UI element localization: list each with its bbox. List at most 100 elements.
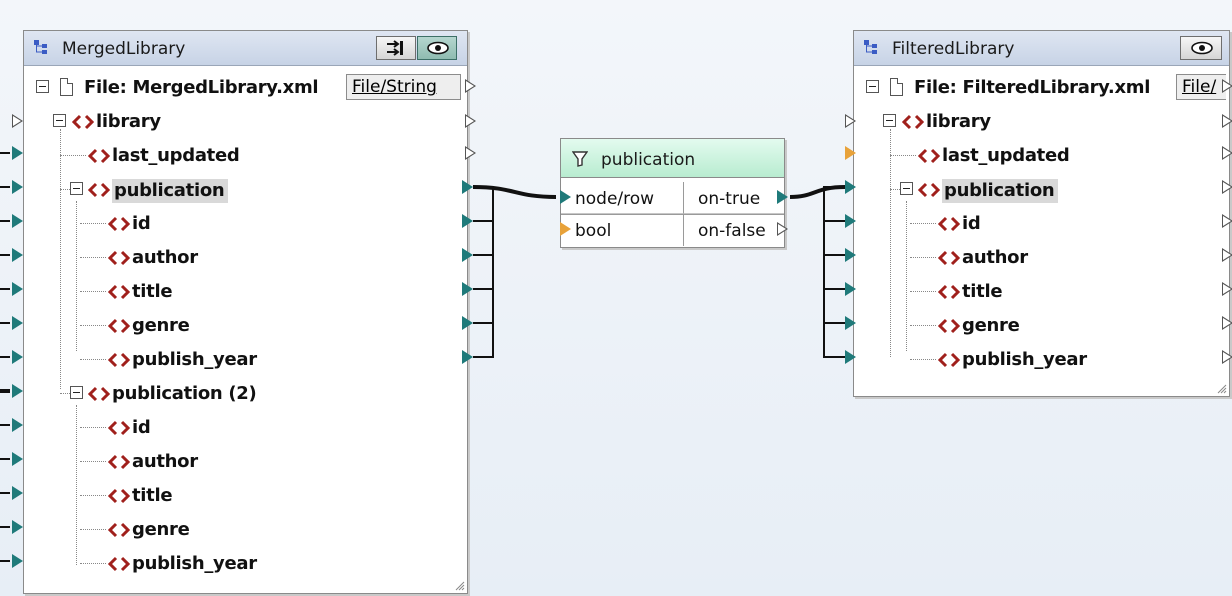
input-port[interactable] xyxy=(845,282,856,296)
input-port[interactable] xyxy=(845,350,856,364)
tree-item[interactable]: title xyxy=(854,275,1229,309)
filter-component[interactable]: publication node/row on-true bool on-fal… xyxy=(560,138,785,248)
preview-toggle-button[interactable] xyxy=(417,36,457,60)
output-port[interactable] xyxy=(465,114,476,128)
xml-element-icon xyxy=(938,216,960,232)
tree-item[interactable]: last_updated xyxy=(24,139,467,173)
collapse-toggle-icon[interactable] xyxy=(70,386,83,399)
output-port[interactable] xyxy=(1222,180,1232,194)
tree-guide-line xyxy=(76,405,77,565)
output-port[interactable] xyxy=(462,316,473,330)
input-port[interactable] xyxy=(12,418,23,432)
input-port[interactable] xyxy=(845,214,856,228)
tree-item[interactable]: genre xyxy=(24,309,467,343)
filter-input-port[interactable] xyxy=(560,222,571,236)
output-port[interactable] xyxy=(462,180,473,194)
file-icon xyxy=(890,78,903,96)
input-port[interactable] xyxy=(12,452,23,466)
output-port[interactable] xyxy=(465,79,476,93)
element-label: id xyxy=(962,213,981,234)
file-string-button[interactable]: File/String xyxy=(346,74,461,100)
output-port[interactable] xyxy=(1222,350,1232,364)
tree-item[interactable]: publication xyxy=(854,173,1229,207)
tree-item[interactable]: genre xyxy=(854,309,1229,343)
tree-item[interactable]: title xyxy=(24,275,467,309)
tree-item[interactable]: id xyxy=(854,207,1229,241)
filter-title-bar[interactable]: publication xyxy=(561,139,784,178)
xml-element-icon xyxy=(938,284,960,300)
input-port[interactable] xyxy=(12,316,23,330)
output-port[interactable] xyxy=(462,350,473,364)
input-port[interactable] xyxy=(845,180,856,194)
input-port[interactable] xyxy=(845,114,856,128)
library-row[interactable]: library xyxy=(24,105,467,139)
input-port[interactable] xyxy=(12,554,23,568)
filter-input-node-row[interactable]: node/row xyxy=(561,182,684,214)
tree-item[interactable]: last_updated xyxy=(854,139,1229,173)
element-label: title xyxy=(962,281,1003,302)
output-port[interactable] xyxy=(465,146,476,160)
tree-item[interactable]: author xyxy=(24,241,467,275)
file-string-button[interactable]: File/ xyxy=(1176,74,1226,100)
filter-input-bool[interactable]: bool xyxy=(561,214,684,246)
input-port[interactable] xyxy=(845,146,856,160)
filter-input-port[interactable] xyxy=(560,190,571,204)
output-port[interactable] xyxy=(462,282,473,296)
collapse-toggle-icon[interactable] xyxy=(36,80,49,93)
output-port[interactable] xyxy=(1222,248,1232,262)
collapse-toggle-icon[interactable] xyxy=(70,182,83,195)
input-port[interactable] xyxy=(12,384,23,398)
tree-item[interactable]: publication (2) xyxy=(24,377,467,411)
xml-element-icon xyxy=(108,488,130,504)
input-port[interactable] xyxy=(845,316,856,330)
resize-grip-icon[interactable] xyxy=(1217,384,1227,394)
tree-item[interactable]: publication xyxy=(24,173,467,207)
collapse-toggle-icon[interactable] xyxy=(866,80,879,93)
input-port[interactable] xyxy=(12,214,23,228)
input-port[interactable] xyxy=(845,248,856,262)
input-port[interactable] xyxy=(12,114,23,128)
filter-output-on-false[interactable]: on-false xyxy=(684,214,784,246)
tree-item[interactable]: publish_year xyxy=(24,547,467,581)
merged-library-component[interactable]: MergedLibrary File: MergedLibrary.xml Fi… xyxy=(23,30,468,594)
tree-item[interactable]: title xyxy=(24,479,467,513)
tree-item[interactable]: author xyxy=(854,241,1229,275)
xml-element-icon xyxy=(918,182,940,198)
collapse-toggle-icon[interactable] xyxy=(53,114,66,127)
output-port[interactable] xyxy=(1222,146,1232,160)
tree-item[interactable]: id xyxy=(24,207,467,241)
input-port[interactable] xyxy=(12,486,23,500)
component-title-bar[interactable]: MergedLibrary xyxy=(24,31,467,66)
output-port[interactable] xyxy=(462,214,473,228)
tree-item[interactable]: id xyxy=(24,411,467,445)
filter-output-port[interactable] xyxy=(777,222,788,236)
tree-item[interactable]: publish_year xyxy=(24,343,467,377)
input-port[interactable] xyxy=(12,248,23,262)
input-port[interactable] xyxy=(12,520,23,534)
resize-grip-icon[interactable] xyxy=(455,581,465,591)
output-port[interactable] xyxy=(462,248,473,262)
component-title-bar[interactable]: FilteredLibrary xyxy=(854,31,1229,66)
output-port[interactable] xyxy=(1222,282,1232,296)
tree-item[interactable]: publish_year xyxy=(854,343,1229,377)
filtered-library-component[interactable]: FilteredLibrary File: FilteredLibrary.xm… xyxy=(853,30,1230,397)
output-port[interactable] xyxy=(1222,316,1232,330)
filter-output-on-true[interactable]: on-true xyxy=(684,182,784,214)
collapse-toggle-icon[interactable] xyxy=(883,114,896,127)
output-port[interactable] xyxy=(1222,79,1232,93)
xml-element-icon xyxy=(108,250,130,266)
filter-output-port[interactable] xyxy=(777,190,788,204)
output-port[interactable] xyxy=(1222,214,1232,228)
tree-item[interactable]: genre xyxy=(24,513,467,547)
input-port[interactable] xyxy=(12,282,23,296)
input-port[interactable] xyxy=(12,350,23,364)
file-label: File: FilteredLibrary.xml xyxy=(914,77,1151,98)
collapse-toggle-icon[interactable] xyxy=(900,182,913,195)
input-port[interactable] xyxy=(12,146,23,160)
output-port[interactable] xyxy=(1222,114,1232,128)
input-port[interactable] xyxy=(12,180,23,194)
connect-toggle-button[interactable] xyxy=(376,36,416,60)
preview-toggle-button[interactable] xyxy=(1180,36,1222,60)
library-row[interactable]: library xyxy=(854,105,1229,139)
tree-item[interactable]: author xyxy=(24,445,467,479)
